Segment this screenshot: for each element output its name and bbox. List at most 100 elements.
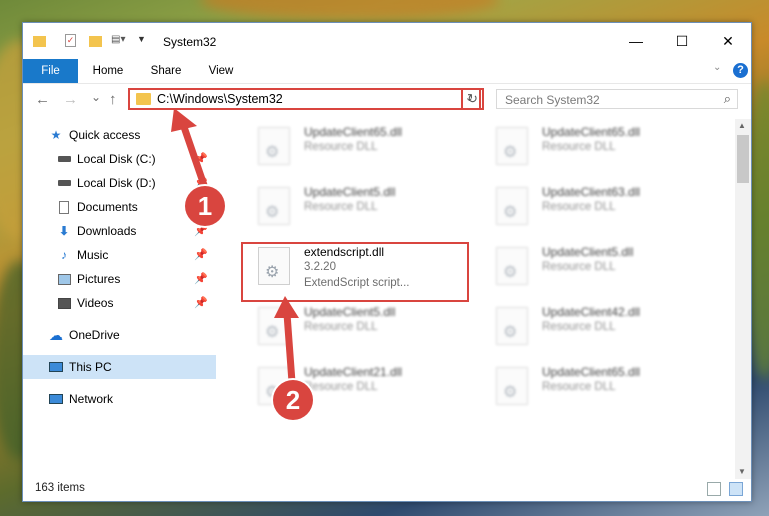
sidebar-item-label: Network: [69, 392, 114, 406]
file-type: Resource DLL: [542, 201, 616, 213]
recent-locations-button[interactable]: ⌄: [91, 90, 101, 104]
tab-home[interactable]: Home: [83, 59, 133, 83]
sidebar-item-label: Quick access: [69, 128, 141, 142]
sidebar-item-network[interactable]: Network: [23, 387, 216, 411]
file-type: Resource DLL: [304, 321, 378, 333]
pictures-icon: [57, 272, 71, 286]
music-icon: ♪: [61, 248, 67, 262]
pin-icon: 📌: [194, 249, 208, 261]
videos-icon: [57, 296, 71, 310]
sidebar-item-label: Local Disk (C:): [77, 152, 156, 166]
close-button[interactable]: ✕: [705, 23, 751, 59]
window-title: System32: [163, 35, 217, 49]
sidebar-item-label: Downloads: [77, 224, 137, 238]
background-sky: [200, 0, 500, 20]
dll-file-icon: [496, 307, 528, 345]
search-placeholder: Search System32: [505, 93, 600, 107]
search-icon: ⌕: [723, 91, 731, 106]
forward-button[interactable]: →: [63, 91, 78, 108]
title-bar: ✓ ▤▾ ▼ System32 — ☐ ✕: [23, 23, 751, 59]
sidebar-item-local-disk-c[interactable]: Local Disk (C:) 📌: [23, 147, 216, 171]
file-name: UpdateClient5.dll: [304, 185, 396, 199]
sidebar-item-label: Music: [77, 248, 109, 262]
help-icon[interactable]: ?: [733, 63, 748, 78]
file-type: Resource DLL: [542, 261, 616, 273]
sidebar-item-onedrive[interactable]: ☁ OneDrive: [23, 323, 216, 347]
refresh-button[interactable]: ↻: [461, 88, 484, 110]
pin-icon: 📌: [194, 153, 208, 165]
customize-icon[interactable]: ▤▾: [111, 34, 125, 48]
sidebar-item-label: Documents: [77, 200, 138, 214]
new-folder-icon[interactable]: [89, 34, 103, 48]
back-button[interactable]: ←: [35, 91, 50, 108]
item-count: 163 items: [35, 482, 85, 494]
search-input[interactable]: Search System32 ⌕: [496, 89, 738, 109]
file-type: Resource DLL: [304, 141, 378, 153]
file-name: UpdateClient5.dll: [542, 245, 634, 259]
sidebar-item-pictures[interactable]: Pictures 📌: [23, 267, 216, 291]
sidebar-item-local-disk-d[interactable]: Local Disk (D:) 📌: [23, 171, 216, 195]
network-icon: [49, 392, 63, 406]
computer-icon: [49, 360, 63, 374]
tab-view[interactable]: View: [197, 59, 245, 83]
tab-file[interactable]: File: [23, 59, 78, 83]
folder-icon[interactable]: [33, 34, 47, 48]
file-item[interactable]: UpdateClient65.dll Resource DLL: [486, 119, 721, 171]
ribbon-expand-icon[interactable]: ⌄: [713, 62, 721, 73]
sidebar-item-videos[interactable]: Videos 📌: [23, 291, 216, 315]
toolbar-dropdown-icon[interactable]: ▼: [137, 34, 151, 48]
file-name: UpdateClient65.dll: [304, 125, 403, 139]
drive-icon: [57, 152, 71, 166]
file-item[interactable]: UpdateClient42.dll Resource DLL: [486, 299, 721, 351]
drive-icon: [57, 176, 71, 190]
folder-icon: [136, 93, 151, 105]
up-button[interactable]: ↑: [109, 91, 117, 108]
sidebar-item-label: OneDrive: [69, 328, 120, 342]
vertical-scrollbar[interactable]: ▲ ▼: [735, 119, 751, 479]
file-name: UpdateClient42.dll: [542, 305, 641, 319]
sidebar-item-this-pc[interactable]: This PC: [23, 355, 216, 379]
file-type: Resource DLL: [542, 381, 616, 393]
ribbon-tabs: File Home Share View ⌄ ?: [23, 59, 751, 83]
callout-badge-1: 1: [185, 186, 225, 226]
file-type: Resource DLL: [542, 321, 616, 333]
dll-file-icon: [258, 187, 290, 225]
scroll-down-icon[interactable]: ▼: [738, 467, 746, 476]
maximize-button[interactable]: ☐: [659, 23, 705, 59]
dll-file-icon: [496, 247, 528, 285]
file-name: UpdateClient21.dll: [304, 365, 403, 379]
file-item[interactable]: UpdateClient65.dll Resource DLL: [486, 359, 721, 411]
star-icon: ★: [50, 128, 62, 142]
properties-icon[interactable]: ✓: [65, 34, 79, 48]
scrollbar-thumb[interactable]: [737, 135, 749, 183]
file-type: Resource DLL: [304, 381, 378, 393]
file-type: Resource DLL: [304, 201, 378, 213]
dll-file-icon: [496, 127, 528, 165]
file-item[interactable]: UpdateClient65.dll Resource DLL: [248, 119, 483, 171]
sidebar-item-quick-access[interactable]: ★ Quick access: [23, 123, 216, 147]
file-item[interactable]: UpdateClient5.dll Resource DLL: [248, 299, 483, 351]
file-name: UpdateClient5.dll: [304, 305, 396, 319]
sidebar-item-music[interactable]: ♪ Music 📌: [23, 243, 216, 267]
dll-file-icon: [258, 127, 290, 165]
pin-icon: 📌: [194, 297, 208, 309]
file-item[interactable]: UpdateClient63.dll Resource DLL: [486, 179, 721, 231]
dll-file-icon: [258, 307, 290, 345]
dll-file-icon: [496, 187, 528, 225]
sidebar-item-downloads[interactable]: ⬇ Downloads 📌: [23, 219, 216, 243]
details-view-icon[interactable]: [707, 482, 721, 496]
status-bar: 163 items: [23, 479, 751, 501]
minimize-button[interactable]: —: [613, 23, 659, 59]
sidebar-item-label: Videos: [77, 296, 114, 310]
file-item[interactable]: UpdateClient5.dll Resource DLL: [248, 179, 483, 231]
file-item[interactable]: UpdateClient5.dll Resource DLL: [486, 239, 721, 291]
navigation-bar: ← → ⌄ ↑ C:\Windows\System32 ⌄ ↻ Search S…: [23, 83, 751, 116]
sidebar-item-label: Local Disk (D:): [77, 176, 156, 190]
large-icons-view-icon[interactable]: [729, 482, 743, 496]
file-type: Resource DLL: [542, 141, 616, 153]
file-name: UpdateClient65.dll: [542, 125, 641, 139]
scroll-up-icon[interactable]: ▲: [738, 121, 746, 130]
address-bar[interactable]: C:\Windows\System32 ⌄: [128, 88, 481, 110]
sidebar-item-label: This PC: [69, 360, 112, 374]
tab-share[interactable]: Share: [141, 59, 191, 83]
